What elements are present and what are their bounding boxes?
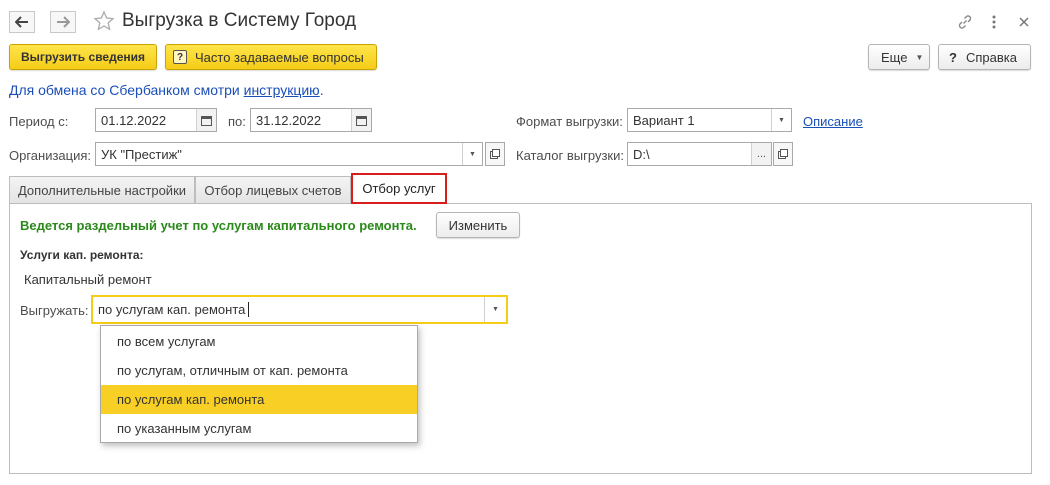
calendar-icon[interactable]	[196, 109, 216, 131]
format-select[interactable]: Вариант 1 ▼	[627, 108, 792, 132]
format-value: Вариант 1	[633, 113, 695, 128]
period-from-field[interactable]: 01.12.2022	[95, 108, 217, 132]
chevron-down-icon[interactable]: ▼	[771, 109, 791, 131]
tab-label: Отбор услуг	[362, 181, 436, 196]
tab-additional-settings[interactable]: Дополнительные настройки	[9, 176, 195, 204]
chevron-down-icon[interactable]: ▼	[462, 143, 482, 165]
services-heading: Услуги кап. ремонта:	[20, 248, 144, 262]
close-icon	[1019, 17, 1029, 27]
export-options-list: по всем услугам по услугам, отличным от …	[100, 325, 418, 443]
option-label: по указанным услугам	[117, 421, 252, 436]
open-catalog-button[interactable]	[773, 142, 793, 166]
close-button[interactable]	[1014, 12, 1034, 32]
option-capital-services[interactable]: по услугам кап. ремонта	[101, 385, 417, 414]
star-icon	[93, 10, 115, 31]
arrow-left-icon	[15, 16, 28, 28]
open-icon	[778, 149, 788, 159]
catalog-value: D:\	[633, 147, 650, 162]
period-to-value: 31.12.2022	[256, 113, 322, 128]
info-text: Для обмена со Сбербанком смотри	[9, 82, 244, 98]
more-button-label: Еще	[881, 49, 908, 65]
option-non-capital-services[interactable]: по услугам, отличным от кап. ремонта	[101, 356, 417, 385]
help-button-label: Справка	[965, 49, 1017, 65]
browse-button[interactable]: ...	[751, 143, 771, 165]
favorite-button[interactable]	[93, 10, 115, 32]
more-vertical-icon	[992, 15, 996, 29]
option-all-services[interactable]: по всем услугам	[101, 327, 417, 356]
faq-button-label: Часто задаваемые вопросы	[195, 49, 364, 65]
description-link[interactable]: Описание	[803, 114, 863, 129]
period-to-label: по:	[228, 114, 246, 129]
catalog-label: Каталог выгрузки:	[516, 148, 624, 163]
separate-accounting-notice: Ведется раздельный учет по услугам капит…	[20, 218, 417, 233]
change-button-label: Изменить	[448, 217, 508, 233]
sberbank-info: Для обмена со Сбербанком смотри инструкц…	[9, 82, 324, 98]
open-icon	[490, 149, 500, 159]
option-specified-services[interactable]: по указанным услугам	[101, 414, 417, 443]
option-label: по услугам кап. ремонта	[117, 392, 265, 407]
organization-select[interactable]: УК "Престиж" ▼	[95, 142, 483, 166]
period-from-value: 01.12.2022	[101, 113, 167, 128]
tab-label: Отбор лицевых счетов	[204, 183, 342, 198]
window-title: Выгрузка в Систему Город	[122, 10, 357, 31]
arrow-right-icon	[57, 16, 70, 28]
period-to-field[interactable]: 31.12.2022	[250, 108, 372, 132]
help-button[interactable]: ? Справка	[938, 44, 1031, 70]
period-from-label: Период с:	[9, 114, 69, 129]
export-value: по услугам кап. ремонта	[98, 302, 246, 317]
change-button[interactable]: Изменить	[436, 212, 520, 238]
ellipsis-icon: ...	[756, 148, 767, 160]
option-label: по всем услугам	[117, 334, 216, 349]
tab-label: Дополнительные настройки	[17, 183, 187, 198]
open-organization-button[interactable]	[485, 142, 505, 166]
back-button[interactable]	[9, 11, 35, 33]
format-label: Формат выгрузки:	[516, 114, 623, 129]
more-menu-button[interactable]	[984, 12, 1004, 32]
catalog-field[interactable]: D:\ ...	[627, 142, 772, 166]
upload-button-label: Выгрузить сведения	[20, 50, 145, 64]
calendar-icon[interactable]	[351, 109, 371, 131]
more-button[interactable]: Еще ▼	[868, 44, 930, 70]
tab-service-filter[interactable]: Отбор услуг	[351, 173, 447, 204]
link-button[interactable]	[955, 12, 975, 32]
export-label: Выгружать:	[20, 303, 89, 318]
text-cursor	[248, 302, 249, 317]
forward-button[interactable]	[50, 11, 76, 33]
link-icon	[958, 15, 972, 29]
upload-button[interactable]: Выгрузить сведения	[9, 44, 157, 70]
chevron-down-icon[interactable]: ▼	[484, 297, 506, 322]
question-icon: ?	[173, 50, 187, 64]
organization-value: УК "Престиж"	[101, 147, 182, 162]
tab-account-filter[interactable]: Отбор лицевых счетов	[195, 176, 351, 204]
services-value: Капитальный ремонт	[24, 272, 152, 287]
faq-button[interactable]: ? Часто задаваемые вопросы	[165, 44, 377, 70]
instruction-link[interactable]: инструкцию	[244, 82, 320, 98]
info-suffix: .	[319, 82, 324, 98]
option-label: по услугам, отличным от кап. ремонта	[117, 363, 348, 378]
organization-label: Организация:	[9, 148, 92, 163]
chevron-down-icon: ▼	[915, 52, 924, 62]
help-icon: ?	[949, 49, 957, 65]
export-select[interactable]: по услугам кап. ремонта ▼	[91, 295, 508, 324]
